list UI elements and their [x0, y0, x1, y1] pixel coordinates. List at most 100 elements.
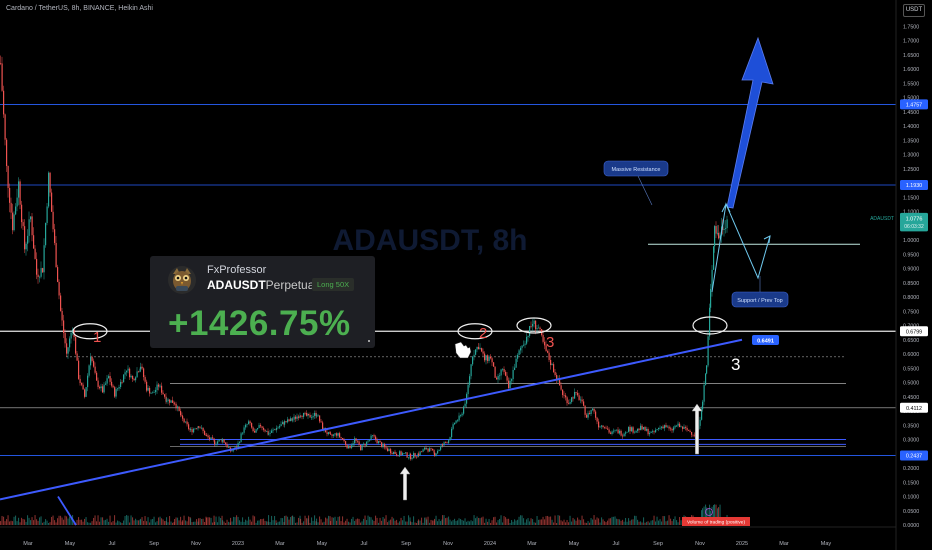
candle-body	[622, 435, 624, 437]
volume-bar	[406, 521, 408, 525]
volume-bar	[509, 522, 511, 525]
price-tick-label: 0.8000	[903, 295, 919, 301]
volume-bar	[527, 518, 529, 525]
time-tick-label: Mar	[275, 541, 285, 547]
candle-body	[351, 445, 353, 448]
volume-bar	[381, 520, 383, 525]
volume-bar	[174, 519, 176, 525]
volume-bar	[376, 517, 378, 525]
volume-bar	[403, 515, 405, 525]
volume-bar	[43, 521, 45, 525]
time-tick-label: 2024	[484, 541, 496, 547]
candle-body	[574, 391, 576, 399]
volume-bar	[252, 515, 254, 525]
volume-bar	[554, 515, 556, 525]
candle-body	[509, 380, 511, 388]
candle-body	[105, 383, 107, 385]
candle-body	[691, 431, 693, 435]
volume-bar	[482, 516, 484, 525]
volume-bar	[524, 522, 526, 525]
candle-body	[141, 366, 143, 369]
volume-bar	[518, 516, 520, 525]
volume-bar	[109, 515, 111, 525]
candle-body	[577, 392, 579, 396]
volume-bar	[206, 517, 208, 525]
candle-body	[619, 430, 621, 434]
candle-body	[202, 427, 204, 431]
candle-body	[467, 384, 469, 395]
volume-bar	[3, 516, 5, 525]
volume-bar	[161, 518, 163, 525]
volume-bar	[451, 521, 453, 525]
volume-bar	[454, 518, 456, 525]
candle-body	[330, 433, 332, 435]
volume-bar	[149, 522, 151, 525]
volume-bar	[620, 520, 622, 525]
volume-bar	[63, 519, 65, 525]
candle-body	[685, 427, 687, 428]
volume-bar	[617, 519, 619, 525]
volume-bar	[388, 520, 390, 525]
candle-body	[301, 416, 303, 417]
candle-body	[228, 447, 230, 448]
volume-bar	[58, 515, 60, 525]
volume-bar	[217, 522, 219, 525]
candle-body	[706, 365, 708, 374]
candle-body	[699, 419, 701, 426]
volume-bar	[644, 522, 646, 525]
volume-bar	[37, 520, 39, 525]
candle-body	[376, 439, 378, 444]
candle-body	[190, 429, 192, 430]
volume-bar	[304, 515, 306, 525]
volume-bar	[249, 519, 251, 525]
volume-bar	[51, 516, 53, 525]
candle-body	[215, 443, 217, 445]
candle-body	[22, 222, 24, 227]
volume-bar	[373, 521, 375, 525]
volume-bar	[487, 521, 489, 525]
volume-bar	[607, 520, 609, 525]
price-chart[interactable]: ADAUSDT, 8h 1 2 3 3 0.6491 Massive Resistance…	[0, 0, 932, 550]
price-tick-label: 1.3000	[903, 153, 919, 159]
candle-body	[288, 419, 290, 422]
volume-bar	[387, 522, 389, 525]
candle-body	[112, 385, 114, 388]
last-price-timer: 06:03:32	[904, 224, 924, 230]
volume-bar	[76, 519, 78, 525]
candle-body	[632, 427, 634, 433]
candle-body	[28, 219, 30, 236]
candle-body	[589, 412, 591, 414]
candle-body	[126, 370, 128, 373]
currency-button[interactable]: USDT	[903, 4, 925, 17]
volume-bar	[271, 515, 273, 525]
volume-bar	[16, 521, 18, 525]
volume-bar	[430, 519, 432, 525]
volume-bar	[277, 521, 279, 525]
volume-bar	[413, 516, 415, 525]
volume-bar	[67, 518, 69, 525]
candle-body	[31, 216, 33, 236]
volume-bar	[422, 522, 424, 525]
volume-bar	[613, 516, 615, 525]
candle-body	[3, 90, 5, 115]
volume-bar	[183, 515, 185, 525]
target-arrow-icon	[726, 36, 774, 209]
candle-body	[108, 376, 110, 379]
pnl-percent: +1426.75%	[168, 304, 351, 343]
candle-body	[303, 412, 305, 417]
volume-bar	[562, 521, 564, 525]
volume-bar	[349, 522, 351, 525]
candle-body	[210, 437, 212, 440]
candle-body	[623, 433, 625, 437]
volume-bar	[523, 518, 525, 525]
volume-bar	[632, 519, 634, 525]
volume-bar	[330, 521, 332, 525]
volume-bar	[478, 517, 480, 525]
volume-bar	[491, 520, 493, 525]
candle-body	[45, 222, 47, 246]
candle-body	[449, 437, 451, 441]
volume-bar	[470, 520, 472, 525]
candle-body	[637, 428, 639, 431]
volume-bar	[209, 517, 211, 525]
candle-body	[379, 441, 381, 443]
